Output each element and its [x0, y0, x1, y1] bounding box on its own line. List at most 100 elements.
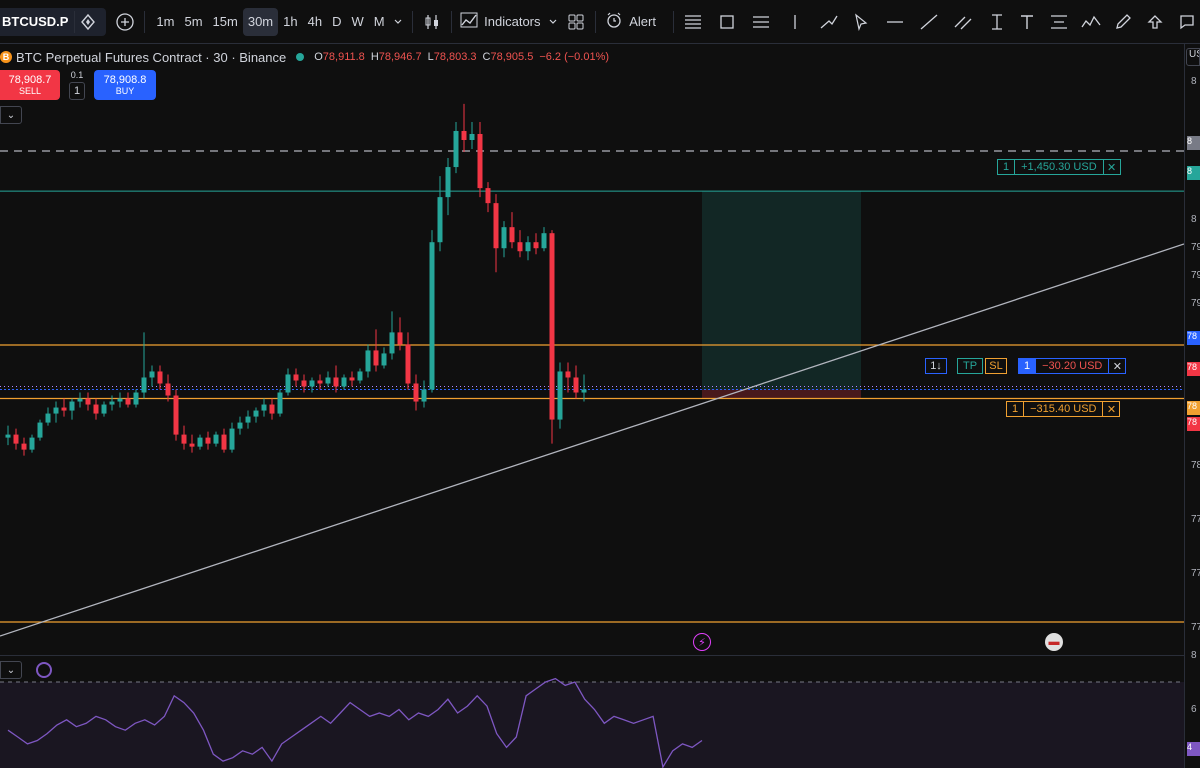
candle-body	[205, 437, 211, 444]
ohlc-open-key: O	[314, 51, 323, 63]
ohlc-high-key: H	[370, 51, 379, 63]
entry-position-label: 1 −30.20 USD ✕	[1018, 358, 1127, 374]
close-icon[interactable]: ✕	[1102, 159, 1121, 175]
axis-tick: 77	[1191, 622, 1200, 633]
lightning-event-icon[interactable]: ⚡	[693, 633, 711, 651]
candle-body	[277, 392, 283, 414]
axis-tick: 79	[1191, 270, 1200, 281]
candle-body	[5, 434, 11, 438]
buy-button[interactable]: 78,908.8 BUY	[94, 70, 156, 100]
ohlc-close: C78,905.5	[483, 51, 534, 63]
candle-body	[325, 377, 331, 384]
entry-qty[interactable]: 1	[1018, 358, 1037, 374]
ohlc-low: L78,803.3	[428, 51, 477, 63]
price-chart[interactable]	[0, 0, 1184, 768]
candle-body	[477, 133, 483, 189]
price-axis[interactable]: 8 8 8 8 79 79 79 78 78 78 78 78 77 77 77…	[1184, 44, 1200, 768]
entry-pnl[interactable]: −30.20 USD	[1036, 358, 1109, 374]
candle-body	[381, 353, 387, 366]
axis-bid-flag: 78	[1187, 417, 1200, 431]
candle-body	[285, 374, 291, 393]
candle-body	[317, 380, 323, 384]
axis-tick: 77	[1191, 514, 1200, 525]
candle-body	[565, 371, 571, 378]
candle-body	[549, 233, 555, 420]
reverse-position-tag[interactable]: 1↓	[925, 358, 947, 374]
candle-body	[493, 203, 499, 249]
quantity-input[interactable]: 1	[69, 82, 85, 100]
market-open-icon	[296, 53, 305, 61]
candle-body	[421, 389, 427, 402]
sell-button[interactable]: 78,908.7 SELL	[0, 70, 60, 100]
candle-body	[165, 383, 171, 396]
collapse-chevron-icon[interactable]: ⌄	[0, 106, 22, 124]
candle-body	[133, 392, 139, 405]
candle-body	[229, 428, 235, 450]
profit-zone	[702, 191, 861, 390]
candle-body	[461, 130, 467, 140]
quantity-stepper: 0.1 1	[60, 70, 94, 100]
sell-label: SELL	[18, 86, 42, 96]
take-profit-qty[interactable]: 1	[997, 159, 1016, 175]
close-icon[interactable]: ✕	[1108, 358, 1127, 374]
candle-body	[237, 422, 243, 429]
candle-body	[117, 398, 123, 402]
candle-body	[173, 395, 179, 435]
buy-price: 78,908.8	[103, 74, 147, 86]
legend-title[interactable]: BTC Perpetual Futures Contract · 30 · Bi…	[16, 50, 286, 65]
pane-divider[interactable]	[0, 655, 1184, 656]
ohlc-high-value: 78,946.7	[378, 51, 422, 63]
stop-loss-qty[interactable]: 1	[1006, 401, 1025, 417]
candle-body	[197, 437, 203, 447]
stop-loss-label: 1 −315.40 USD ✕	[1006, 401, 1121, 417]
take-profit-amount[interactable]: +1,450.30 USD	[1015, 159, 1103, 175]
quantity-step: 0.1	[70, 70, 84, 80]
candle-body	[405, 344, 411, 384]
candle-body	[157, 371, 163, 384]
candle-body	[301, 380, 307, 387]
candle-body	[349, 377, 355, 381]
loss-zone	[702, 389, 861, 399]
axis-tick: 79	[1191, 242, 1200, 253]
candle-body	[45, 413, 51, 423]
add-stop-loss-tag[interactable]: SL	[985, 358, 1007, 374]
axis-entry-flag: 78	[1187, 362, 1200, 376]
bitcoin-icon: B	[0, 51, 12, 63]
candle-body	[365, 350, 371, 372]
us-flag-event-icon[interactable]: ▬	[1045, 633, 1063, 651]
candle-body	[509, 227, 515, 243]
trend-line	[0, 243, 1184, 637]
candle-body	[333, 377, 339, 387]
ohlc-low-value: 78,803.3	[433, 51, 477, 63]
candle-body	[245, 416, 251, 423]
candle-body	[13, 434, 19, 444]
candle-body	[581, 389, 587, 393]
candle-body	[357, 371, 363, 381]
candle-body	[269, 404, 275, 414]
candle-body	[53, 407, 59, 414]
candle-body	[69, 401, 75, 411]
candle-body	[77, 398, 83, 402]
collapse-chevron-icon[interactable]: ⌄	[0, 661, 22, 679]
axis-price-flag: 8	[1187, 136, 1200, 150]
chart-legend: B BTC Perpetual Futures Contract · 30 · …	[0, 48, 615, 66]
candle-body	[261, 404, 267, 411]
axis-rsi-flag: 4	[1187, 742, 1200, 756]
candle-body	[341, 377, 347, 387]
ohlc-change: −6.2 (−0.01%)	[539, 51, 610, 63]
axis-tick: 8	[1191, 650, 1197, 661]
candle-body	[309, 380, 315, 387]
axis-tick: 6	[1191, 704, 1197, 715]
rsi-band	[0, 682, 1184, 768]
stop-loss-amount[interactable]: −315.40 USD	[1024, 401, 1103, 417]
currency-unit-button[interactable]: USD	[1186, 48, 1200, 66]
indicator-settings-icon[interactable]	[36, 662, 52, 678]
axis-tick: 79	[1191, 298, 1200, 309]
candle-body	[429, 242, 435, 390]
close-icon[interactable]: ✕	[1102, 401, 1121, 417]
axis-tick: 77	[1191, 568, 1200, 579]
add-take-profit-tag[interactable]: TP	[957, 358, 983, 374]
ohlc-high: H78,946.7	[371, 51, 422, 63]
candle-body	[541, 233, 547, 249]
candle-body	[469, 133, 475, 140]
